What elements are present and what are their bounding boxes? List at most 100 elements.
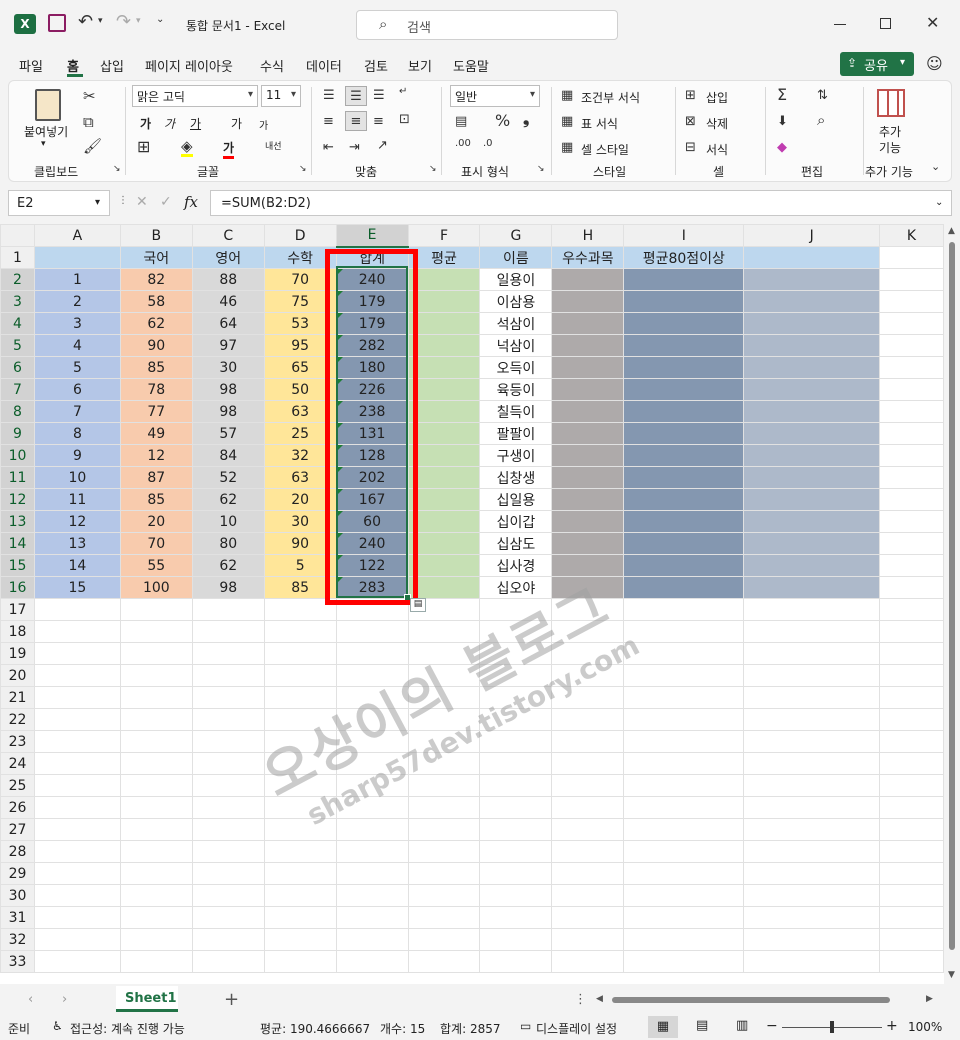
- cell-g21[interactable]: [479, 686, 553, 709]
- cell-e23[interactable]: [335, 730, 409, 753]
- cell-j25[interactable]: [743, 774, 881, 797]
- display-settings[interactable]: 디스플레이 설정: [536, 1020, 617, 1037]
- row-header[interactable]: 10: [0, 444, 35, 467]
- cell-d5[interactable]: 95: [263, 334, 337, 357]
- cell-c14[interactable]: 80: [191, 532, 265, 555]
- cell-j2[interactable]: [743, 268, 881, 291]
- cell-f33[interactable]: [407, 950, 481, 973]
- delete-cells-button[interactable]: 삭제: [706, 115, 728, 132]
- cell-a18[interactable]: [33, 620, 121, 643]
- cell-i28[interactable]: [623, 840, 745, 863]
- cell-g2[interactable]: 일용이: [479, 268, 553, 291]
- cell-j18[interactable]: [743, 620, 881, 643]
- cell-d30[interactable]: [263, 884, 337, 907]
- cell-a21[interactable]: [33, 686, 121, 709]
- cell-g20[interactable]: [479, 664, 553, 687]
- cell-j32[interactable]: [743, 928, 881, 951]
- cell-d4[interactable]: 53: [263, 312, 337, 335]
- cell-f18[interactable]: [407, 620, 481, 643]
- cell-a8[interactable]: 7: [33, 400, 121, 423]
- cell-h8[interactable]: [551, 400, 625, 423]
- cell-a1[interactable]: [33, 246, 121, 269]
- cell-d32[interactable]: [263, 928, 337, 951]
- cell-b16[interactable]: 100: [119, 576, 193, 599]
- cell-h13[interactable]: [551, 510, 625, 533]
- merge-center-icon[interactable]: ⊡: [399, 113, 410, 126]
- cell-a13[interactable]: 12: [33, 510, 121, 533]
- cell-k25[interactable]: [879, 774, 944, 797]
- cell-e15[interactable]: 122: [335, 554, 409, 577]
- cell-b22[interactable]: [119, 708, 193, 731]
- cell-f9[interactable]: [407, 422, 481, 445]
- column-header-j[interactable]: J: [743, 224, 881, 247]
- cell-e13[interactable]: 60: [335, 510, 409, 533]
- cell-i6[interactable]: [623, 356, 745, 379]
- cell-i31[interactable]: [623, 906, 745, 929]
- cell-b1[interactable]: 국어: [119, 246, 193, 269]
- cell-j13[interactable]: [743, 510, 881, 533]
- cell-i22[interactable]: [623, 708, 745, 731]
- tab-formulas[interactable]: 수식: [260, 56, 284, 75]
- cell-k3[interactable]: [879, 290, 944, 313]
- next-sheet-icon[interactable]: ›: [62, 992, 67, 1007]
- cell-b6[interactable]: 85: [119, 356, 193, 379]
- cell-f12[interactable]: [407, 488, 481, 511]
- cell-h3[interactable]: [551, 290, 625, 313]
- underline-button[interactable]: 가: [190, 115, 201, 132]
- cell-f5[interactable]: [407, 334, 481, 357]
- cell-d10[interactable]: 32: [263, 444, 337, 467]
- name-box[interactable]: E2 ▾: [8, 190, 110, 216]
- cell-d14[interactable]: 90: [263, 532, 337, 555]
- row-header[interactable]: 31: [0, 906, 35, 929]
- cell-c25[interactable]: [191, 774, 265, 797]
- column-header-f[interactable]: F: [407, 224, 481, 247]
- add-sheet-button[interactable]: +: [224, 989, 239, 1010]
- cell-b9[interactable]: 49: [119, 422, 193, 445]
- cell-a32[interactable]: [33, 928, 121, 951]
- cell-d11[interactable]: 63: [263, 466, 337, 489]
- cell-f14[interactable]: [407, 532, 481, 555]
- cell-k17[interactable]: [879, 598, 944, 621]
- cell-g1[interactable]: 이름: [479, 246, 553, 269]
- redo-icon[interactable]: ↷: [116, 11, 131, 32]
- font-size-select[interactable]: 11 ▾: [261, 85, 301, 107]
- cell-d15[interactable]: 5: [263, 554, 337, 577]
- comma-icon[interactable]: ❟: [523, 111, 529, 127]
- cell-c32[interactable]: [191, 928, 265, 951]
- minimize-button[interactable]: [834, 24, 846, 25]
- cell-c31[interactable]: [191, 906, 265, 929]
- format-cells-button[interactable]: 서식: [706, 141, 728, 158]
- cell-b17[interactable]: [119, 598, 193, 621]
- borders-icon[interactable]: ⊞: [137, 139, 150, 155]
- cell-b27[interactable]: [119, 818, 193, 841]
- cell-g9[interactable]: 팔팔이: [479, 422, 553, 445]
- cell-i23[interactable]: [623, 730, 745, 753]
- cell-i2[interactable]: [623, 268, 745, 291]
- cell-h7[interactable]: [551, 378, 625, 401]
- cell-e18[interactable]: [335, 620, 409, 643]
- cell-g33[interactable]: [479, 950, 553, 973]
- cell-h9[interactable]: [551, 422, 625, 445]
- cell-d23[interactable]: [263, 730, 337, 753]
- normal-view-button[interactable]: ▦: [648, 1016, 678, 1038]
- cell-c12[interactable]: 62: [191, 488, 265, 511]
- redo-dropdown-icon[interactable]: ▾: [136, 16, 141, 26]
- fill-icon[interactable]: ⬇: [777, 115, 788, 128]
- row-header[interactable]: 12: [0, 488, 35, 511]
- page-break-view-icon[interactable]: ▥: [736, 1018, 748, 1033]
- cell-g19[interactable]: [479, 642, 553, 665]
- cell-c7[interactable]: 98: [191, 378, 265, 401]
- cell-f22[interactable]: [407, 708, 481, 731]
- cell-a20[interactable]: [33, 664, 121, 687]
- cell-g15[interactable]: 십사경: [479, 554, 553, 577]
- cell-b28[interactable]: [119, 840, 193, 863]
- cell-g27[interactable]: [479, 818, 553, 841]
- cell-a24[interactable]: [33, 752, 121, 775]
- cell-e12[interactable]: 167: [335, 488, 409, 511]
- cell-j17[interactable]: [743, 598, 881, 621]
- vertical-scroll-thumb[interactable]: [949, 242, 955, 950]
- delete-cells-icon[interactable]: ⊠: [685, 115, 696, 128]
- cell-k20[interactable]: [879, 664, 944, 687]
- cell-c2[interactable]: 88: [191, 268, 265, 291]
- cell-i9[interactable]: [623, 422, 745, 445]
